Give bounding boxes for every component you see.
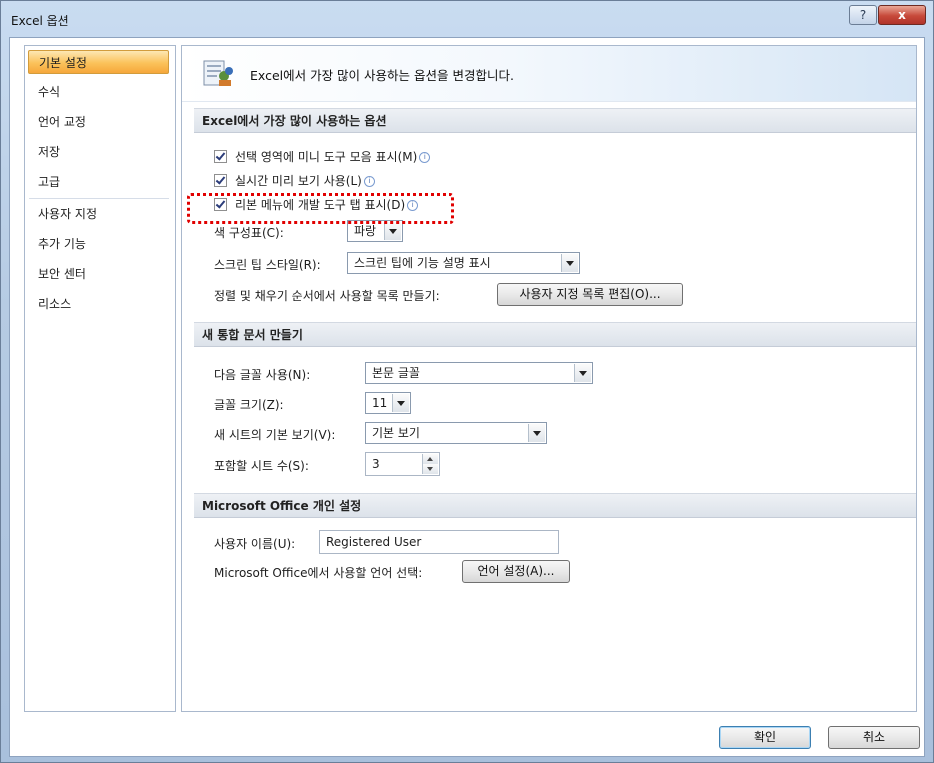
sidebar-divider <box>29 198 169 199</box>
sheet-count-label: 포함할 시트 수(S): <box>214 459 309 473</box>
banner: Excel에서 가장 많이 사용하는 옵션을 변경합니다. <box>182 46 916 102</box>
title-bar[interactable]: Excel 옵션 ? x <box>1 1 933 39</box>
default-view-value: 기본 보기 <box>372 426 420 440</box>
chevron-down-icon[interactable] <box>561 254 578 272</box>
font-size-dropdown[interactable]: 11 <box>365 392 411 414</box>
sidebar-item-save[interactable]: 저장 <box>28 140 169 164</box>
info-icon: i <box>363 176 375 187</box>
sidebar-item-advanced[interactable]: 고급 <box>28 170 169 194</box>
mini-toolbar-label: 선택 영역에 미니 도구 모음 표시(M) <box>235 150 418 164</box>
language-label: Microsoft Office에서 사용할 언어 선택: <box>214 566 423 580</box>
spin-down-icon[interactable] <box>422 464 438 474</box>
screentip-value: 스크린 팁에 기능 설명 표시 <box>354 256 491 270</box>
help-button[interactable]: ? <box>849 5 877 25</box>
dialog-client-area: 기본 설정 수식 언어 교정 저장 고급 사용자 지정 추가 기능 보안 센터 … <box>9 37 925 757</box>
spin-up-icon[interactable] <box>422 454 438 464</box>
section-header-new-workbook: 새 통합 문서 만들기 <box>194 322 916 347</box>
custom-list-label: 정렬 및 채우기 순서에서 사용할 목록 만들기: <box>214 289 440 303</box>
cancel-button[interactable]: 취소 <box>828 726 920 749</box>
sidebar-item-customize[interactable]: 사용자 지정 <box>28 202 169 226</box>
chevron-down-icon[interactable] <box>528 424 545 442</box>
excel-options-dialog: Excel 옵션 ? x 기본 설정 수식 언어 교정 저장 고급 사용자 지정… <box>0 0 934 763</box>
sidebar-item-trust-center[interactable]: 보안 센터 <box>28 262 169 286</box>
chevron-down-icon[interactable] <box>574 364 591 382</box>
mini-toolbar-checkbox[interactable] <box>214 150 227 163</box>
sidebar-item-resources[interactable]: 리소스 <box>28 292 169 316</box>
screentip-dropdown[interactable]: 스크린 팁에 기능 설명 표시 <box>347 252 580 274</box>
dialog-title: Excel 옵션 <box>11 14 69 28</box>
info-icon: i <box>419 152 431 163</box>
info-icon: i <box>407 200 419 211</box>
color-scheme-label: 색 구성표(C): <box>214 226 284 240</box>
options-content: Excel에서 가장 많이 사용하는 옵션을 변경합니다. Excel에서 가장… <box>181 45 917 712</box>
section-header-popular: Excel에서 가장 많이 사용하는 옵션 <box>194 108 916 133</box>
options-settings-icon <box>203 60 233 86</box>
default-view-dropdown[interactable]: 기본 보기 <box>365 422 547 444</box>
options-sidebar: 기본 설정 수식 언어 교정 저장 고급 사용자 지정 추가 기능 보안 센터 … <box>24 45 176 712</box>
developer-tab-checkbox[interactable] <box>214 198 227 211</box>
section-header-personalize: Microsoft Office 개인 설정 <box>194 493 916 518</box>
screentip-label: 스크린 팁 스타일(R): <box>214 258 321 272</box>
font-size-value: 11 <box>372 396 388 410</box>
color-scheme-value: 파랑 <box>354 224 377 238</box>
chevron-down-icon[interactable] <box>392 394 409 412</box>
font-label: 다음 글꼴 사용(N): <box>214 368 311 382</box>
mini-toolbar-option[interactable]: 선택 영역에 미니 도구 모음 표시(M) i <box>214 148 431 165</box>
close-button[interactable]: x <box>878 5 926 25</box>
font-value: 본문 글꼴 <box>372 366 420 380</box>
sidebar-item-formulas[interactable]: 수식 <box>28 80 169 104</box>
ok-button[interactable]: 확인 <box>719 726 811 749</box>
developer-tab-option[interactable]: 리본 메뉴에 개발 도구 탭 표시(D) i <box>214 196 419 213</box>
font-size-label: 글꼴 크기(Z): <box>214 398 284 412</box>
live-preview-option[interactable]: 실시간 미리 보기 사용(L) i <box>214 172 375 189</box>
sidebar-item-popular[interactable]: 기본 설정 <box>28 50 169 74</box>
username-label: 사용자 이름(U): <box>214 537 296 551</box>
color-scheme-dropdown[interactable]: 파랑 <box>347 220 403 242</box>
sheet-count-spinner[interactable]: 3 <box>365 452 440 476</box>
banner-text: Excel에서 가장 많이 사용하는 옵션을 변경합니다. <box>250 68 514 83</box>
edit-custom-lists-button[interactable]: 사용자 지정 목록 편집(O)... <box>497 283 683 306</box>
live-preview-checkbox[interactable] <box>214 174 227 187</box>
font-dropdown[interactable]: 본문 글꼴 <box>365 362 593 384</box>
sidebar-item-proofing[interactable]: 언어 교정 <box>28 110 169 134</box>
developer-tab-label: 리본 메뉴에 개발 도구 탭 표시(D) <box>235 198 406 212</box>
username-input[interactable]: Registered User <box>319 530 559 554</box>
username-value: Registered User <box>326 535 422 549</box>
sheet-count-value: 3 <box>372 457 380 471</box>
chevron-down-icon[interactable] <box>384 222 401 240</box>
language-settings-button[interactable]: 언어 설정(A)... <box>462 560 570 583</box>
live-preview-label: 실시간 미리 보기 사용(L) <box>235 174 362 188</box>
default-view-label: 새 시트의 기본 보기(V): <box>214 428 336 442</box>
sidebar-item-add-ins[interactable]: 추가 기능 <box>28 232 169 256</box>
